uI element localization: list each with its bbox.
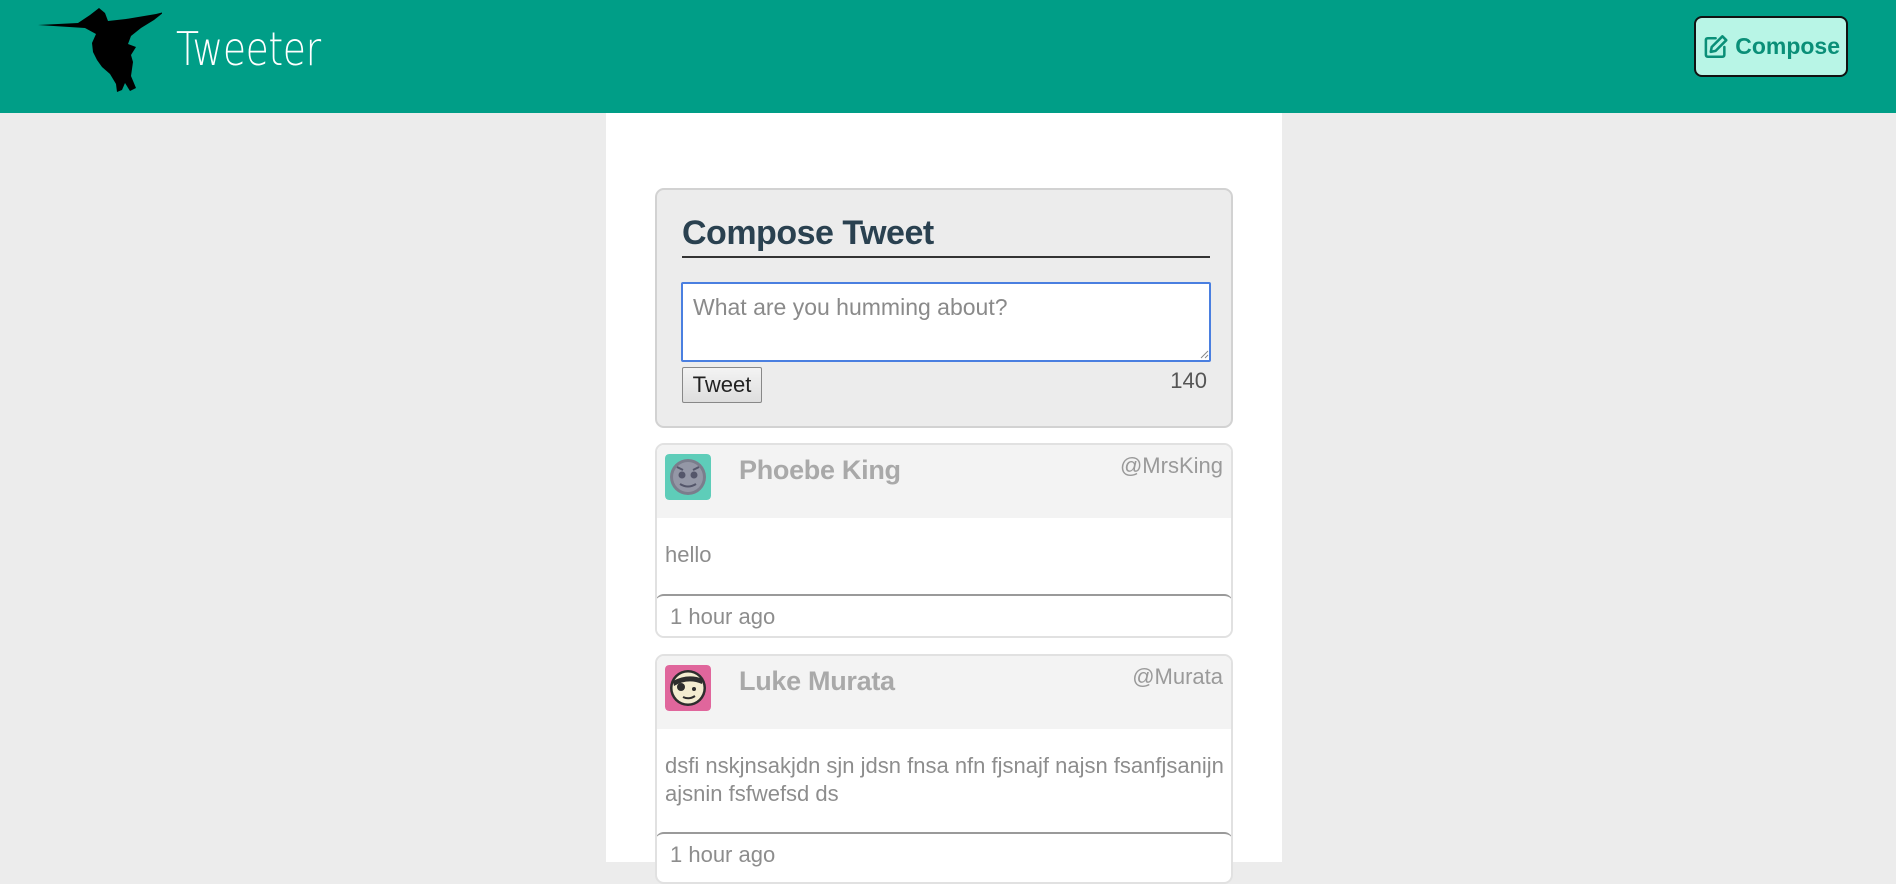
tweet-author-handle: @Murata bbox=[1132, 664, 1223, 689]
tweet-timestamp: 1 hour ago bbox=[670, 604, 776, 629]
tweet-author-name: Luke Murata bbox=[739, 666, 895, 696]
avatar-alien-icon bbox=[665, 454, 711, 500]
character-counter: 140 bbox=[1170, 368, 1207, 393]
tweet-content: dsfi nskjnsakjdn sjn jdsn fnsa nfn fjsna… bbox=[665, 753, 1224, 806]
compose-tweet-section: Compose Tweet Tweet 140 bbox=[655, 188, 1233, 428]
tweet-footer: 1 hour ago bbox=[657, 832, 1231, 876]
tweet-card: Phoebe King @MrsKing hello 1 hour ago bbox=[655, 443, 1233, 638]
tweet-header: Luke Murata @Murata bbox=[657, 656, 1231, 729]
tweet-card: Luke Murata @Murata dsfi nskjnsakjdn sjn… bbox=[655, 654, 1233, 884]
tweet-author-handle: @MrsKing bbox=[1119, 453, 1223, 478]
hummingbird-logo-icon bbox=[38, 8, 162, 92]
compose-button-label: Compose bbox=[1735, 33, 1840, 59]
tweet-timestamp: 1 hour ago bbox=[670, 842, 776, 867]
tweet-footer: 1 hour ago bbox=[657, 594, 1231, 636]
compose-title: Compose Tweet bbox=[682, 214, 1210, 258]
main-container: Compose Tweet Tweet 140 Phoebe King @Mrs… bbox=[606, 113, 1282, 884]
top-navbar: Tweeter Compose bbox=[0, 0, 1896, 113]
compose-button[interactable]: Compose bbox=[1694, 16, 1848, 77]
brand-title: Tweeter bbox=[176, 22, 321, 76]
avatar-pirate-icon bbox=[665, 665, 711, 711]
tweet-text-input[interactable] bbox=[681, 282, 1211, 362]
tweet-content: hello bbox=[665, 542, 712, 567]
tweet-header: Phoebe King @MrsKing bbox=[657, 445, 1231, 518]
edit-icon bbox=[1704, 34, 1728, 58]
tweet-author-name: Phoebe King bbox=[739, 455, 901, 485]
resize-handle-icon[interactable] bbox=[1200, 350, 1209, 359]
tweet-submit-button[interactable]: Tweet bbox=[682, 367, 762, 403]
